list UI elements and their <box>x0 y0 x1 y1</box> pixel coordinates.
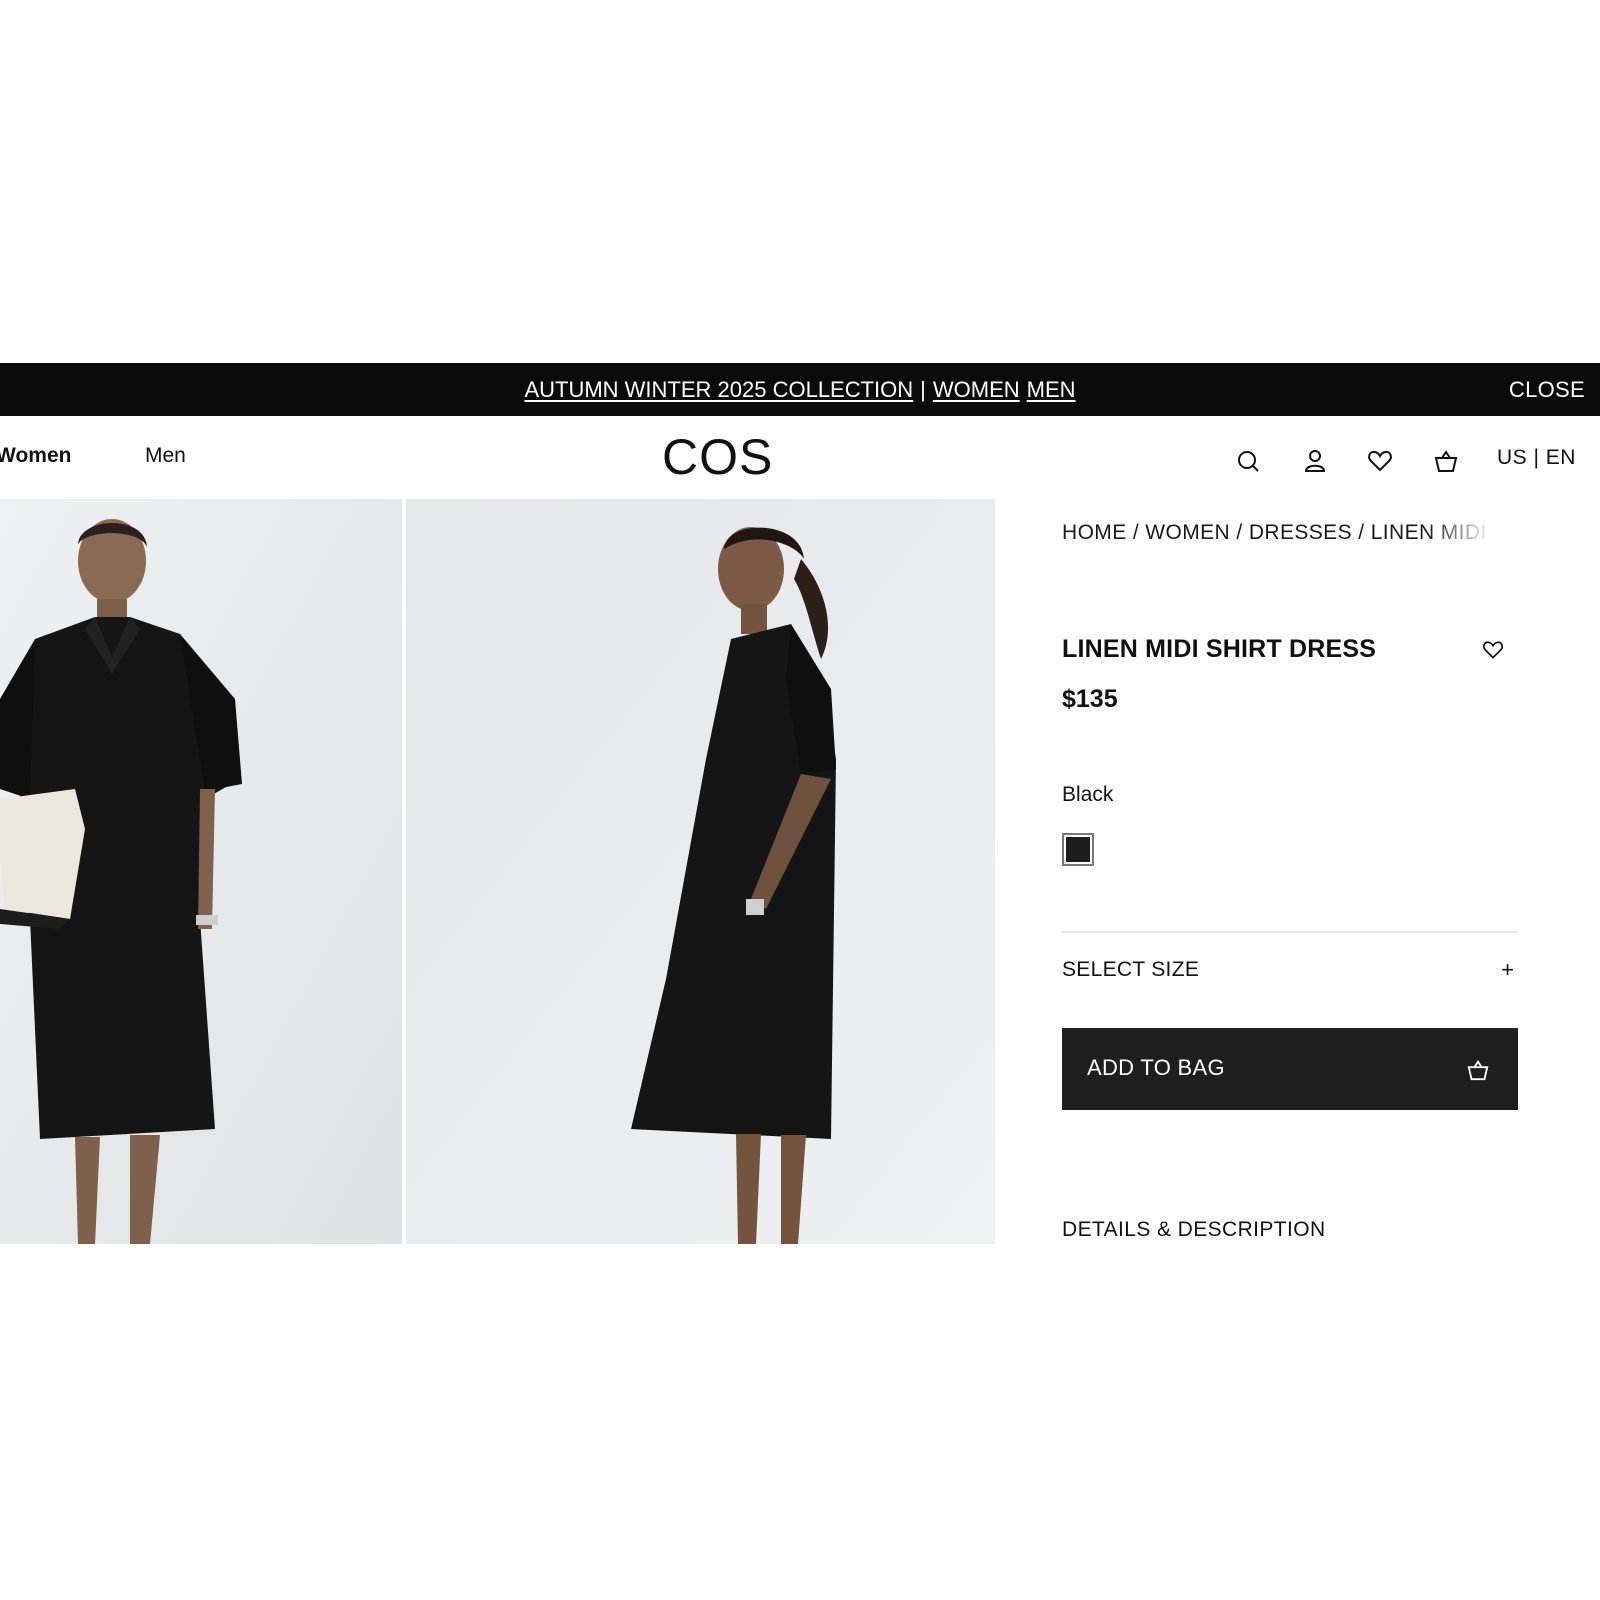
nav-women-link[interactable]: Women <box>0 444 71 468</box>
nav-men-link[interactable]: Men <box>145 444 186 468</box>
add-to-bag-label: ADD TO BAG <box>1087 1055 1225 1080</box>
bag-icon <box>1466 1058 1490 1082</box>
locale-selector[interactable]: US | EN <box>1497 446 1576 470</box>
banner-close-button[interactable]: CLOSE <box>1509 363 1585 416</box>
product-image-side[interactable] <box>406 499 995 1244</box>
site-header: Women Men COS US | EN <box>0 416 1600 498</box>
cos-logo[interactable]: COS <box>662 430 772 484</box>
product-price: $135 <box>1062 685 1118 713</box>
details-description-toggle[interactable]: DETAILS & DESCRIPTION <box>1062 1218 1326 1242</box>
breadcrumb[interactable]: HOME / WOMEN / DRESSES / LINEN MIDI SHIR… <box>1062 521 1492 545</box>
women-collection-link[interactable]: WOMEN <box>933 377 1020 403</box>
announcement-banner: AUTUMN WINTER 2025 COLLECTION | WOMEN ME… <box>0 363 1600 416</box>
add-to-bag-button[interactable]: ADD TO BAG <box>1062 1028 1518 1110</box>
product-image-front[interactable] <box>0 499 402 1244</box>
swatch-fill <box>1066 837 1090 862</box>
search-icon[interactable] <box>1235 448 1261 474</box>
men-collection-link[interactable]: MEN <box>1027 377 1076 403</box>
select-size-row[interactable]: SELECT SIZE + <box>1062 947 1518 995</box>
wishlist-heart-icon[interactable] <box>1482 639 1504 661</box>
plus-icon: + <box>1501 957 1514 982</box>
collection-link[interactable]: AUTUMN WINTER 2025 COLLECTION <box>524 377 913 403</box>
color-swatch-black[interactable] <box>1062 833 1094 866</box>
banner-promo: AUTUMN WINTER 2025 COLLECTION | WOMEN ME… <box>0 363 1600 416</box>
select-size-label: SELECT SIZE <box>1062 958 1200 981</box>
bag-icon[interactable] <box>1433 448 1459 474</box>
selected-color-label: Black <box>1062 783 1114 806</box>
heart-icon[interactable] <box>1367 448 1393 474</box>
banner-separator: | <box>920 376 926 402</box>
divider <box>1062 931 1518 933</box>
account-icon[interactable] <box>1302 448 1328 474</box>
product-title: LINEN MIDI SHIRT DRESS <box>1062 635 1377 663</box>
